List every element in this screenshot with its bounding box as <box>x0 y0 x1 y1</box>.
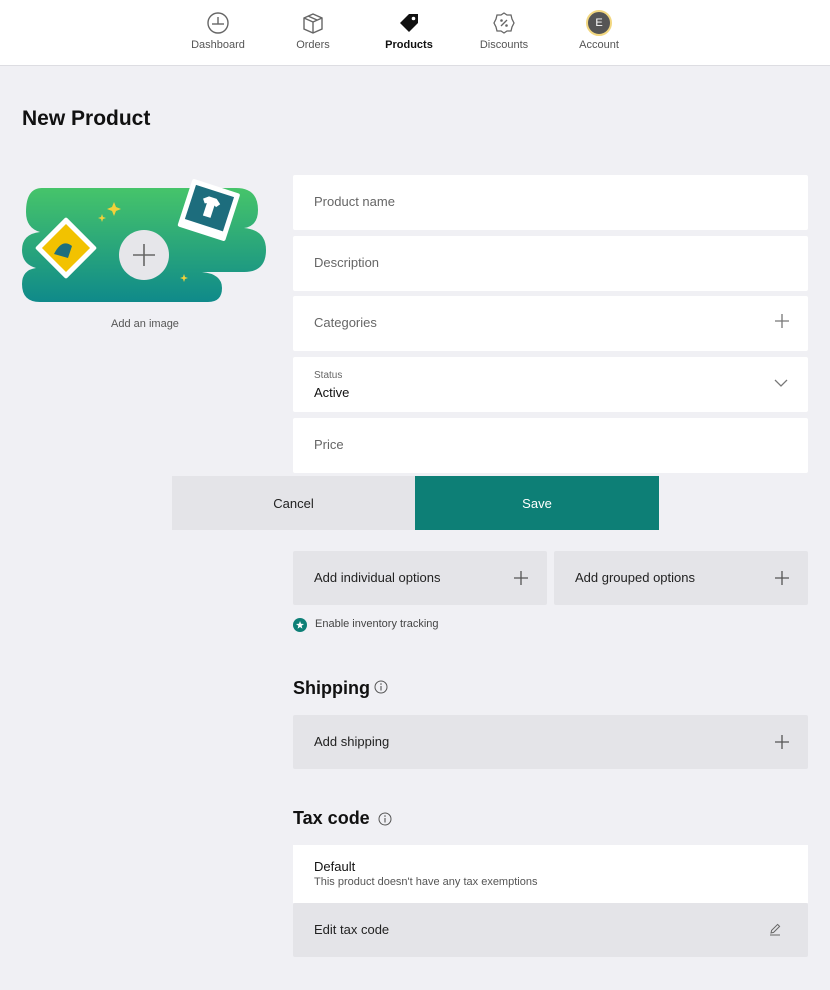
plus-icon <box>775 571 789 585</box>
top-nav: Dashboard Orders Products Discounts E Ac… <box>0 0 830 66</box>
inventory-tracking-label: Enable inventory tracking <box>315 618 439 630</box>
description-field[interactable]: Description <box>293 236 808 291</box>
status-value: Active <box>314 385 350 400</box>
cancel-button[interactable]: Cancel <box>172 476 415 530</box>
add-image-label[interactable]: Add an image <box>22 318 268 330</box>
chevron-down-icon <box>774 379 788 387</box>
page-title: New Product <box>22 107 151 130</box>
add-individual-options-button[interactable]: Add individual options <box>293 551 547 605</box>
add-grouped-options-label: Add grouped options <box>575 570 695 585</box>
plus-icon <box>775 735 789 749</box>
tax-code-title: Tax code <box>293 808 370 828</box>
box-icon <box>303 13 323 34</box>
shipping-title: Shipping <box>293 678 370 698</box>
avatar: E <box>586 10 612 36</box>
info-icon[interactable] <box>378 812 392 826</box>
tax-default-title: Default <box>314 859 356 874</box>
add-grouped-options-button[interactable]: Add grouped options <box>554 551 808 605</box>
status-label: Status <box>314 370 343 381</box>
nav-account-label: Account <box>579 39 619 51</box>
nav-orders[interactable]: Orders <box>273 10 353 51</box>
add-shipping-label: Add shipping <box>314 734 390 749</box>
nav-dashboard[interactable]: Dashboard <box>178 10 258 51</box>
dashboard-icon <box>207 12 229 34</box>
categories-placeholder: Categories <box>314 315 377 330</box>
status-select[interactable]: Status Active <box>293 357 808 412</box>
nav-account[interactable]: E Account <box>559 10 639 51</box>
save-button[interactable]: Save <box>415 476 659 530</box>
description-placeholder: Description <box>314 255 380 270</box>
price-placeholder: Price <box>314 437 344 452</box>
tag-icon <box>400 14 418 32</box>
tax-default-description: This product doesn't have any tax exempt… <box>314 876 538 888</box>
price-field[interactable]: Price <box>293 418 808 473</box>
add-individual-options-label: Add individual options <box>314 570 441 585</box>
edit-tax-code-button[interactable]: Edit tax code <box>293 903 808 957</box>
upload-illustration <box>22 179 266 302</box>
info-icon[interactable] <box>374 680 388 694</box>
nav-orders-label: Orders <box>296 39 330 51</box>
nav-products[interactable]: Products <box>369 10 449 51</box>
nav-discounts-label: Discounts <box>479 39 529 51</box>
product-name-placeholder: Product name <box>314 194 395 209</box>
tax-default-card: Default This product doesn't have any ta… <box>293 845 808 903</box>
categories-field[interactable]: Categories <box>293 296 808 351</box>
nav-discounts[interactable]: Discounts <box>464 10 544 51</box>
image-uploader[interactable] <box>22 178 268 308</box>
star-badge-icon <box>293 618 307 632</box>
pencil-icon <box>770 923 781 936</box>
nav-products-label: Products <box>385 39 433 51</box>
product-name-field[interactable]: Product name <box>293 175 808 230</box>
add-shipping-button[interactable]: Add shipping <box>293 715 808 769</box>
plus-icon <box>514 571 528 585</box>
edit-tax-code-label: Edit tax code <box>314 922 390 937</box>
percent-badge-icon <box>493 12 515 34</box>
nav-dashboard-label: Dashboard <box>191 39 245 51</box>
plus-icon[interactable] <box>774 313 790 329</box>
